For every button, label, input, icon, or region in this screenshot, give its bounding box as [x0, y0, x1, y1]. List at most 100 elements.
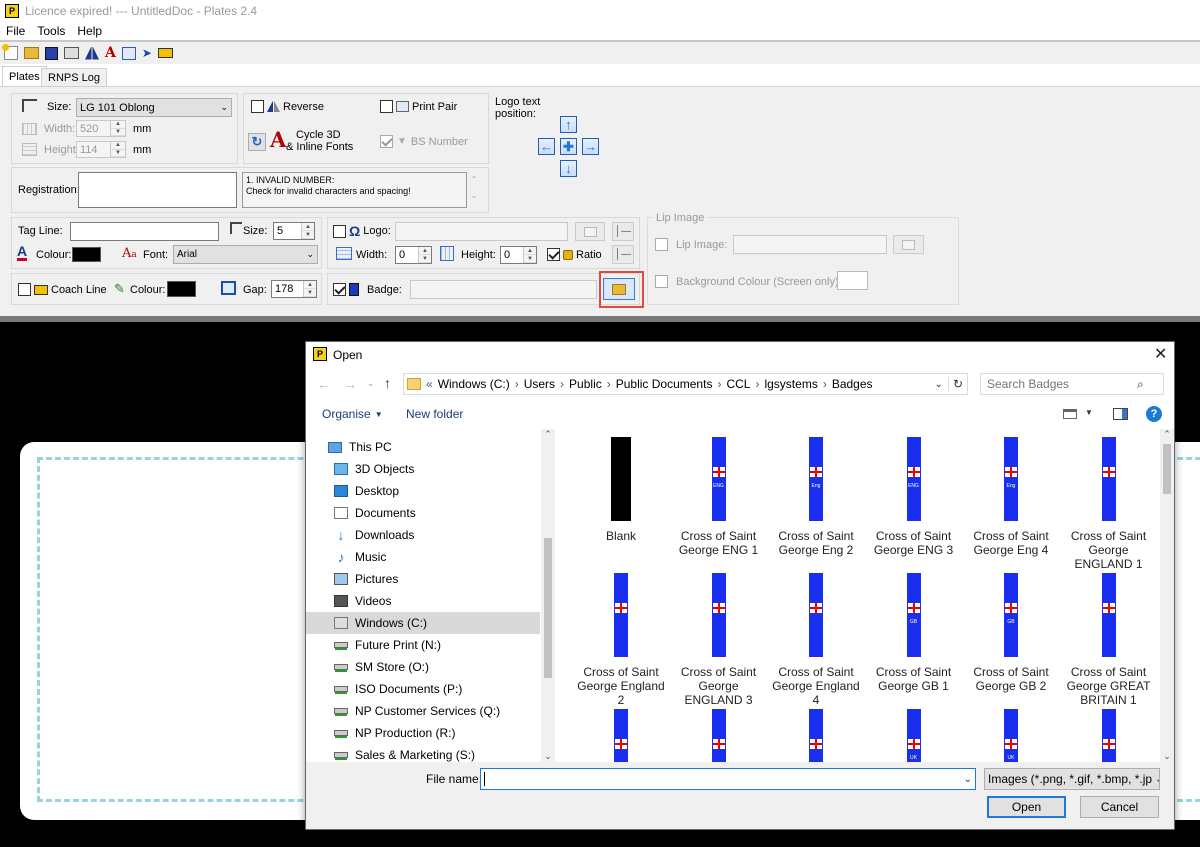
- file-item[interactable]: ENG Cross of Saint George ENG 3: [865, 437, 963, 557]
- logo-height-spinner[interactable]: ▲ ▼: [523, 247, 536, 263]
- search-input[interactable]: [987, 377, 1137, 391]
- nav-item[interactable]: This PC: [328, 436, 392, 458]
- file-item[interactable]: Cross of Saint George ENGLAND 3: [670, 573, 768, 707]
- breadcrumb-overflow[interactable]: «: [426, 377, 433, 391]
- badge-tool-icon[interactable]: [157, 48, 173, 58]
- ratio-checkbox[interactable]: Ratio: [547, 248, 602, 261]
- print-pair-checkbox[interactable]: Print Pair: [380, 100, 457, 113]
- search-box[interactable]: ⌕: [980, 373, 1164, 395]
- tab-plates[interactable]: Plates: [2, 66, 47, 87]
- view-chevron-icon[interactable]: ▼: [1085, 408, 1093, 417]
- breadcrumb-item[interactable]: Windows (C:): [438, 377, 510, 391]
- print-icon[interactable]: [64, 47, 79, 59]
- recent-chevron-icon[interactable]: ⌄: [367, 378, 375, 389]
- file-item[interactable]: Cross of Saint George England 2: [572, 573, 670, 707]
- nav-item[interactable]: NP Customer Services (Q:): [334, 700, 500, 722]
- nav-item[interactable]: Future Print (N:): [334, 634, 441, 656]
- breadcrumb-item[interactable]: Badges: [832, 377, 873, 391]
- arrow-up-button[interactable]: ↑: [560, 116, 577, 133]
- file-item[interactable]: Eng Cross of Saint George Eng 4: [962, 437, 1060, 557]
- cycle-fonts-button[interactable]: ↻: [248, 133, 266, 151]
- coach-colour-swatch[interactable]: [167, 281, 196, 297]
- tab-rnps-log[interactable]: RNPS Log: [41, 68, 107, 87]
- address-dropdown-icon[interactable]: ⌄: [935, 379, 943, 390]
- font-icon[interactable]: A: [105, 46, 116, 60]
- width-spinner[interactable]: ▲ ▼: [110, 121, 125, 136]
- background-colour-swatch[interactable]: [837, 271, 868, 290]
- file-item[interactable]: GB Cross of Saint George GB 1: [865, 573, 963, 693]
- filetype-select[interactable]: Images (*.png, *.gif, *.bmp, *.jp ⌄: [984, 768, 1160, 790]
- logo-width-spinner[interactable]: ▲ ▼: [418, 247, 431, 263]
- tagline-input[interactable]: [70, 222, 219, 241]
- cancel-button[interactable]: Cancel: [1080, 796, 1159, 818]
- file-item[interactable]: Blank: [572, 437, 670, 543]
- back-icon[interactable]: ←: [317, 376, 331, 392]
- file-item[interactable]: UK: [865, 709, 963, 762]
- forward-icon[interactable]: →: [343, 376, 357, 392]
- menu-file[interactable]: File: [6, 24, 25, 38]
- arrow-right-button[interactable]: →: [582, 138, 599, 155]
- nav-scrollbar[interactable]: ⌃ ⌄: [541, 429, 555, 762]
- background-colour-checkbox[interactable]: Background Colour (Screen only):: [655, 275, 842, 288]
- save-icon[interactable]: [45, 46, 58, 60]
- reverse-checkbox[interactable]: Reverse: [251, 100, 324, 113]
- file-item[interactable]: GB Cross of Saint George GB 2: [962, 573, 1060, 693]
- open-folder-icon[interactable]: [24, 47, 39, 59]
- file-scroll-thumb[interactable]: [1163, 444, 1171, 494]
- mirror-icon[interactable]: [85, 46, 99, 60]
- ratio-clear-button[interactable]: │—: [612, 245, 634, 264]
- size-select[interactable]: LG 101 Oblong ⌄: [76, 98, 232, 117]
- nav-item[interactable]: ↓ Downloads: [334, 524, 415, 546]
- file-item[interactable]: [1060, 709, 1158, 762]
- help-icon[interactable]: ?: [1146, 406, 1162, 422]
- logo-checkbox[interactable]: Ω Logo:: [333, 224, 391, 238]
- breadcrumb-item[interactable]: Users: [524, 377, 555, 391]
- filename-input[interactable]: ⌄: [480, 768, 976, 790]
- breadcrumb-item[interactable]: Public Documents: [616, 377, 713, 391]
- file-item[interactable]: [670, 709, 768, 762]
- nav-item[interactable]: Videos: [334, 590, 391, 612]
- nav-item[interactable]: ISO Documents (P:): [334, 678, 462, 700]
- nav-item[interactable]: Pictures: [334, 568, 398, 590]
- open-button[interactable]: Open: [987, 796, 1066, 818]
- nav-item[interactable]: Documents: [334, 502, 416, 524]
- file-item[interactable]: ENG Cross of Saint George ENG 1: [670, 437, 768, 557]
- address-bar[interactable]: « Windows (C:) › Users › Public › Public Do…: [403, 373, 968, 395]
- breadcrumb-item[interactable]: CCL: [726, 377, 750, 391]
- arrow-down-button[interactable]: ↓: [560, 160, 577, 177]
- tagline-size-spinner[interactable]: ▲ ▼: [301, 223, 314, 239]
- lip-image-input[interactable]: [733, 235, 887, 254]
- file-item[interactable]: UK: [962, 709, 1060, 762]
- logo-path-input[interactable]: [395, 222, 568, 241]
- error-scrollbar[interactable]: ⌃ ⌄: [467, 172, 481, 208]
- bs-number-checkbox[interactable]: ▼ BS Number: [380, 135, 468, 148]
- registration-input[interactable]: [78, 172, 237, 208]
- coach-line-checkbox[interactable]: Coach Line: [18, 283, 107, 296]
- organise-button[interactable]: Organise ▼: [322, 407, 383, 421]
- nav-item[interactable]: NP Production (R:): [334, 722, 455, 744]
- tagline-colour-swatch[interactable]: [72, 247, 101, 262]
- view-options-icon[interactable]: [1063, 409, 1077, 419]
- file-item[interactable]: Eng Cross of Saint George Eng 2: [767, 437, 865, 557]
- breadcrumb-item[interactable]: Public: [569, 377, 602, 391]
- lip-image-checkbox[interactable]: Lip Image:: [655, 238, 727, 251]
- new-icon[interactable]: [2, 44, 18, 60]
- file-item[interactable]: [767, 709, 865, 762]
- nav-item[interactable]: ♪ Music: [334, 546, 387, 568]
- logo-browse-button[interactable]: [575, 222, 605, 241]
- nav-item[interactable]: SM Store (O:): [334, 656, 429, 678]
- file-item[interactable]: Cross of Saint George England 4: [767, 573, 865, 707]
- close-icon[interactable]: ✕: [1154, 344, 1167, 364]
- logo-clear-button[interactable]: │—: [612, 222, 634, 241]
- up-icon[interactable]: ↑: [384, 375, 391, 391]
- arrow-left-button[interactable]: ←: [538, 138, 555, 155]
- nav-item[interactable]: Sales & Marketing (S:): [334, 744, 475, 762]
- breadcrumb-item[interactable]: lgsystems: [764, 377, 817, 391]
- nav-item[interactable]: Desktop: [334, 480, 399, 502]
- nav-item[interactable]: Windows (C:): [306, 612, 540, 634]
- new-folder-button[interactable]: New folder: [406, 407, 463, 421]
- chevron-down-icon[interactable]: ⌄: [964, 774, 972, 785]
- menu-help[interactable]: Help: [77, 24, 102, 38]
- arrow-center-button[interactable]: ✚: [560, 138, 577, 155]
- nav-scroll-thumb[interactable]: [544, 538, 552, 678]
